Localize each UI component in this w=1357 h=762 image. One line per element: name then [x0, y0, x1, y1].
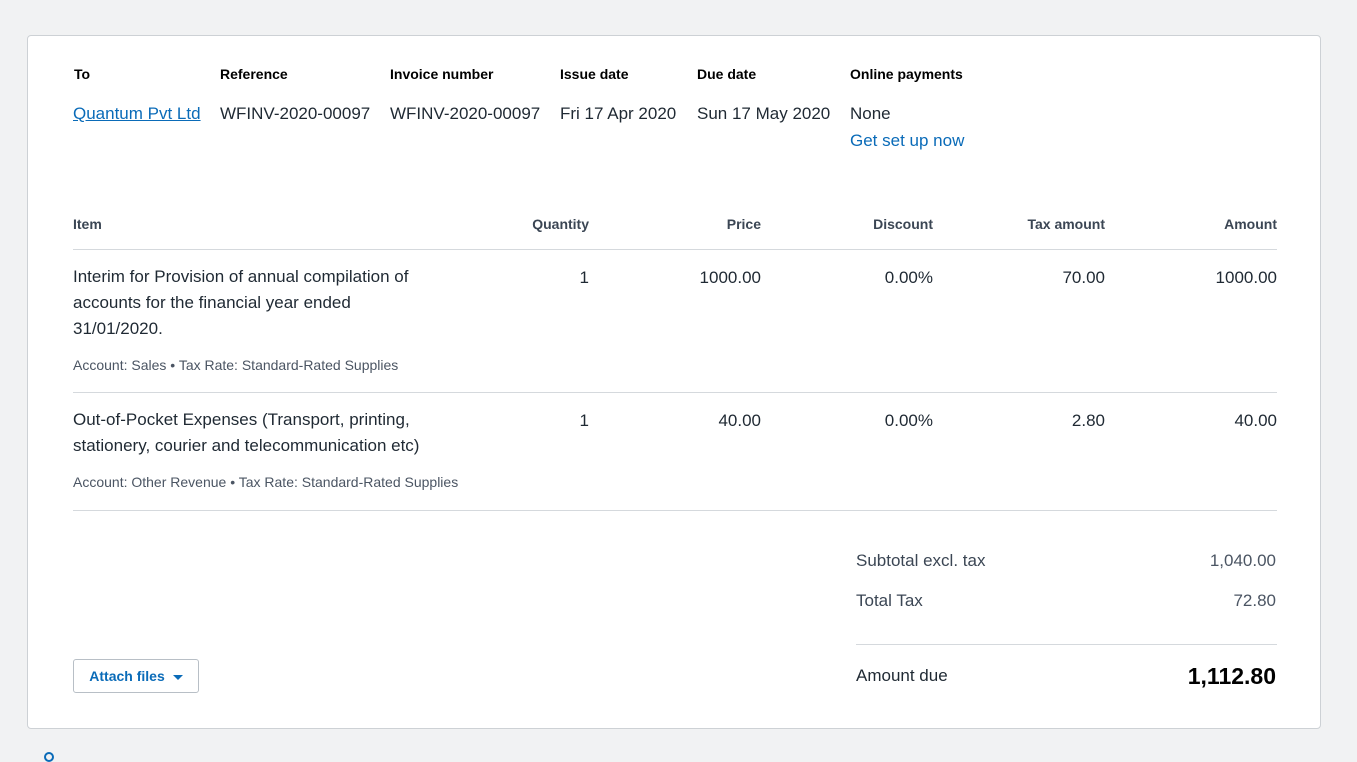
column-header-quantity: Quantity: [532, 216, 589, 232]
attach-files-label: Attach files: [89, 668, 165, 684]
line-item-tax-amount: 70.00: [1062, 268, 1105, 287]
line-item-quantity: 1: [579, 268, 589, 287]
column-header-item: Item: [73, 216, 102, 232]
total-tax-value: 72.80: [1233, 591, 1276, 610]
line-item-account-meta: Account: Sales • Tax Rate: Standard-Rate…: [73, 357, 399, 373]
reference-value: WFINV-2020-00097: [220, 104, 371, 123]
help-icon[interactable]: [44, 752, 54, 762]
line-item-amount: 1000.00: [1215, 268, 1277, 287]
issue-date-label: Issue date: [560, 66, 629, 82]
invoice-number-label: Invoice number: [390, 66, 494, 82]
total-tax-label: Total Tax: [856, 591, 923, 610]
line-item-description: Interim for Provision of annual compilat…: [73, 267, 409, 338]
line-item-price: 1000.00: [699, 268, 761, 287]
to-label: To: [74, 66, 91, 82]
invoice-number-value: WFINV-2020-00097: [390, 104, 541, 123]
column-header-price: Price: [726, 216, 761, 232]
caret-down-icon: [172, 674, 183, 680]
line-item-description: Out-of-Pocket Expenses (Transport, print…: [73, 410, 420, 455]
issue-date-value: Fri 17 Apr 2020: [560, 104, 677, 123]
invoice-card: To Reference Invoice number Issue date D…: [27, 35, 1321, 729]
reference-label: Reference: [220, 66, 288, 82]
column-header-amount: Amount: [1224, 216, 1277, 232]
line-item-discount: 0.00%: [884, 411, 933, 430]
line-item-account-meta: Account: Other Revenue • Tax Rate: Stand…: [73, 474, 459, 490]
subtotal-value: 1,040.00: [1209, 551, 1276, 570]
subtotal-label: Subtotal excl. tax: [856, 551, 986, 570]
due-date-value: Sun 17 May 2020: [697, 104, 831, 123]
due-date-label: Due date: [697, 66, 757, 82]
line-item-quantity: 1: [579, 411, 589, 430]
amount-due-value: 1,112.80: [1187, 663, 1276, 689]
customer-link[interactable]: Quantum Pvt Ltd: [73, 104, 201, 124]
totals-divider: [856, 644, 1277, 645]
header-divider: [73, 249, 1277, 250]
online-payments-label: Online payments: [850, 66, 963, 82]
amount-due-label: Amount due: [856, 666, 948, 685]
line-item-discount: 0.00%: [884, 268, 933, 287]
line-item-price: 40.00: [718, 411, 761, 430]
column-header-tax-amount: Tax amount: [1027, 216, 1105, 232]
row-divider: [73, 392, 1277, 393]
line-item-amount: 40.00: [1234, 411, 1277, 430]
attach-files-button[interactable]: Attach files: [73, 659, 199, 693]
column-header-discount: Discount: [873, 216, 933, 232]
table-bottom-divider: [73, 510, 1277, 511]
line-item-tax-amount: 2.80: [1071, 411, 1105, 430]
get-set-up-link[interactable]: Get set up now: [850, 131, 964, 151]
online-payments-value: None: [850, 104, 891, 123]
